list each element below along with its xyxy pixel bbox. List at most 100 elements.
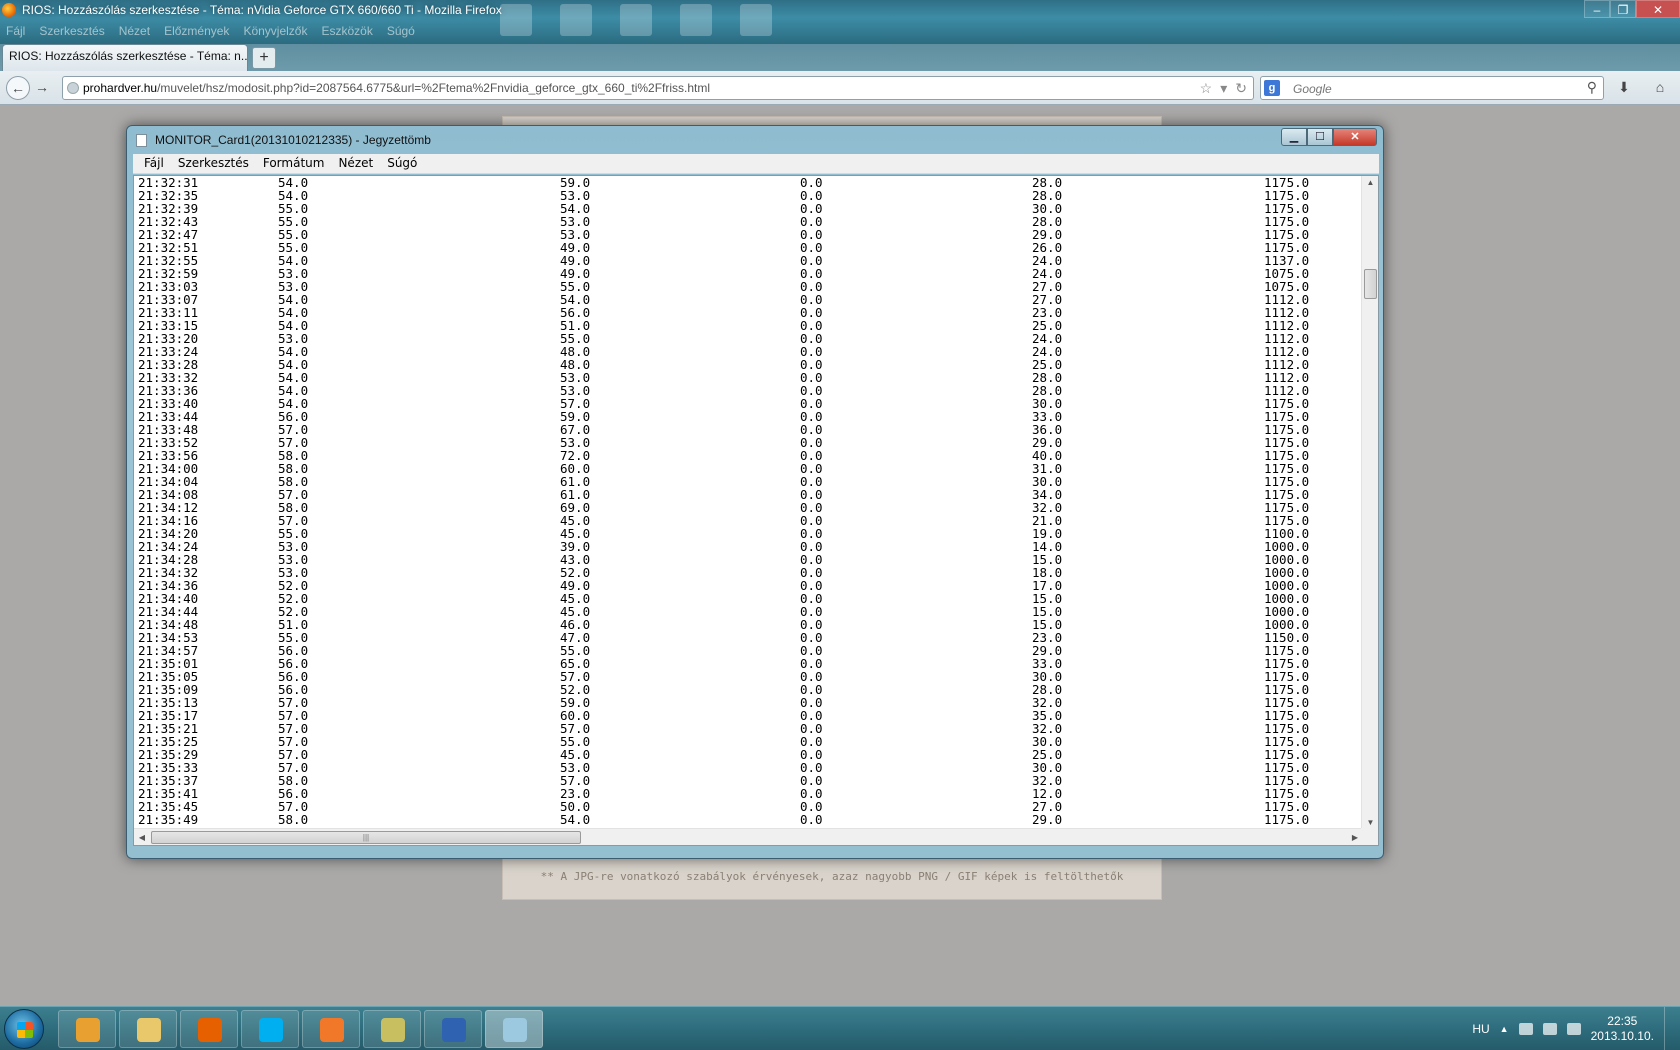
text-cell: 58.0: [278, 773, 309, 788]
bookmark-star-icon[interactable]: ☆: [1200, 80, 1213, 97]
maximize-button[interactable]: ❐: [1610, 0, 1636, 18]
notepad-text-content[interactable]: 21:32:31 54.0 59.0 0.0 28.0 1175.0 21:32:35 54.…: [138, 176, 1356, 830]
np-menu-file[interactable]: Fájl: [137, 154, 171, 173]
ff-menu-help[interactable]: Súgó: [387, 24, 415, 38]
text-cell: 55.0: [278, 201, 309, 216]
downloads-icon[interactable]: ⬇: [1612, 76, 1636, 100]
show-desktop-button[interactable]: [1664, 1007, 1676, 1050]
forward-button[interactable]: →: [32, 76, 52, 100]
search-bar[interactable]: g Google ⚲: [1260, 76, 1604, 100]
scroll-up-arrow-icon[interactable]: ▲: [1362, 176, 1378, 190]
url-bar[interactable]: prohardver.hu/muvelet/hsz/modosit.php?id…: [62, 76, 1254, 100]
np-menu-format[interactable]: Formátum: [256, 154, 332, 173]
text-cell: 0.0: [800, 266, 823, 281]
notepad-text-area[interactable]: 21:32:31 54.0 59.0 0.0 28.0 1175.0 21:32:35 54.…: [133, 175, 1379, 846]
text-line: 21:33:48 57.0 67.0 0.0 36.0 1175.0: [138, 423, 1356, 436]
ff-menu-view[interactable]: Nézet: [119, 24, 150, 38]
taskbar-button[interactable]: [241, 1010, 299, 1048]
scroll-left-arrow-icon[interactable]: ◀: [134, 829, 150, 845]
text-line: 21:34:32 53.0 52.0 0.0 18.0 1000.0: [138, 566, 1356, 579]
text-line: 21:32:55 54.0 49.0 0.0 24.0 1137.0: [138, 254, 1356, 267]
language-indicator[interactable]: HU: [1472, 1022, 1489, 1036]
vertical-scroll-thumb[interactable]: [1364, 269, 1377, 299]
resize-grip[interactable]: [1361, 828, 1378, 845]
text-cell: 56.0: [278, 669, 309, 684]
notepad-app-icon: [136, 134, 147, 147]
taskbar-button[interactable]: [302, 1010, 360, 1048]
notepad-titlebar[interactable]: MONITOR_Card1(20131010212335) - Jegyzett…: [127, 126, 1383, 152]
home-icon[interactable]: ⌂: [1648, 76, 1672, 100]
new-tab-button[interactable]: +: [252, 47, 276, 69]
text-cell: 40.0: [1032, 448, 1063, 463]
text-line: 21:34:53 55.0 47.0 0.0 23.0 1150.0: [138, 631, 1356, 644]
start-button[interactable]: [4, 1009, 44, 1049]
notepad-maximize-button[interactable]: ☐: [1307, 128, 1333, 146]
text-cell: 53.0: [560, 760, 591, 775]
back-button[interactable]: ←: [6, 76, 30, 100]
taskbar-button[interactable]: [58, 1010, 116, 1048]
text-line: 21:34:08 57.0 61.0 0.0 34.0 1175.0: [138, 488, 1356, 501]
np-menu-edit[interactable]: Szerkesztés: [171, 154, 256, 173]
site-identity-icon[interactable]: [67, 82, 79, 94]
ff-menu-history[interactable]: Előzmények: [164, 24, 229, 38]
ff-menu-file[interactable]: Fájl: [6, 24, 25, 38]
firefox-icon: [198, 1018, 222, 1042]
text-cell: 19.0: [1032, 526, 1063, 541]
text-cell: 54.0: [560, 812, 591, 827]
text-cell: 59.0: [560, 176, 591, 190]
text-cell: 28.0: [1032, 682, 1063, 697]
volume-icon[interactable]: [1566, 1023, 1581, 1035]
taskbar-button[interactable]: [180, 1010, 238, 1048]
text-cell: 23.0: [1032, 630, 1063, 645]
tray-expand-icon[interactable]: ▲: [1500, 1024, 1509, 1034]
text-cell: 48.0: [560, 357, 591, 372]
text-cell: 54.0: [278, 396, 309, 411]
notepad-close-button[interactable]: ✕: [1333, 128, 1377, 146]
text-cell: 49.0: [560, 253, 591, 268]
text-cell: 61.0: [560, 474, 591, 489]
clock[interactable]: 22:35 2013.10.10.: [1591, 1014, 1654, 1044]
np-menu-view[interactable]: Nézet: [331, 154, 380, 173]
text-cell: 30.0: [1032, 669, 1063, 684]
text-line: 21:34:57 56.0 55.0 0.0 29.0 1175.0: [138, 644, 1356, 657]
text-cell: 53.0: [278, 552, 309, 567]
search-magnifier-icon[interactable]: ⚲: [1587, 79, 1597, 96]
text-cell: 0.0: [800, 617, 823, 632]
taskbar-button[interactable]: [424, 1010, 482, 1048]
taskbar-button[interactable]: [363, 1010, 421, 1048]
taskbar-button[interactable]: [119, 1010, 177, 1048]
notepad-minimize-button[interactable]: ▁: [1281, 128, 1307, 146]
text-line: 21:33:44 56.0 59.0 0.0 33.0 1175.0: [138, 410, 1356, 423]
text-cell: 45.0: [560, 604, 591, 619]
text-line: 21:33:56 58.0 72.0 0.0 40.0 1175.0: [138, 449, 1356, 462]
text-line: 21:35:37 58.0 57.0 0.0 32.0 1175.0: [138, 774, 1356, 787]
browser-tab[interactable]: RIOS: Hozzászólás szerkesztése - Téma: n…: [2, 44, 248, 71]
network-icon[interactable]: [1542, 1023, 1557, 1035]
action-center-flag-icon[interactable]: [1518, 1023, 1533, 1035]
ff-menu-tools[interactable]: Eszközök: [321, 24, 372, 38]
desktop-icon: [560, 4, 592, 36]
reload-icon[interactable]: ↻: [1235, 80, 1247, 97]
text-cell: 15.0: [1032, 591, 1063, 606]
text-cell: 57.0: [278, 708, 309, 723]
text-cell: 57.0: [560, 721, 591, 736]
text-cell: 0.0: [800, 500, 823, 515]
text-cell: 0.0: [800, 305, 823, 320]
text-cell: 0.0: [800, 448, 823, 463]
text-cell: 0.0: [800, 565, 823, 580]
text-cell: 55.0: [560, 279, 591, 294]
taskbar-button[interactable]: [485, 1010, 543, 1048]
google-engine-icon[interactable]: g: [1264, 80, 1280, 96]
vertical-scrollbar[interactable]: ▲ ▼: [1361, 176, 1378, 830]
text-cell: 49.0: [560, 578, 591, 593]
close-button[interactable]: ✕: [1636, 0, 1680, 18]
history-dropdown-icon[interactable]: ▾: [1220, 80, 1227, 97]
page-upload-note: ** A JPG-re vonatkozó szabályok érvényes…: [540, 870, 1124, 883]
minimize-button[interactable]: –: [1584, 0, 1610, 18]
ff-menu-edit[interactable]: Szerkesztés: [39, 24, 104, 38]
np-menu-help[interactable]: Súgó: [380, 154, 424, 173]
ff-menu-bookmarks[interactable]: Könyvjelzők: [243, 24, 307, 38]
horizontal-scrollbar[interactable]: ◀ ||| ▶: [134, 828, 1363, 845]
horizontal-scroll-thumb[interactable]: |||: [151, 831, 581, 844]
text-cell: 50.0: [560, 799, 591, 814]
